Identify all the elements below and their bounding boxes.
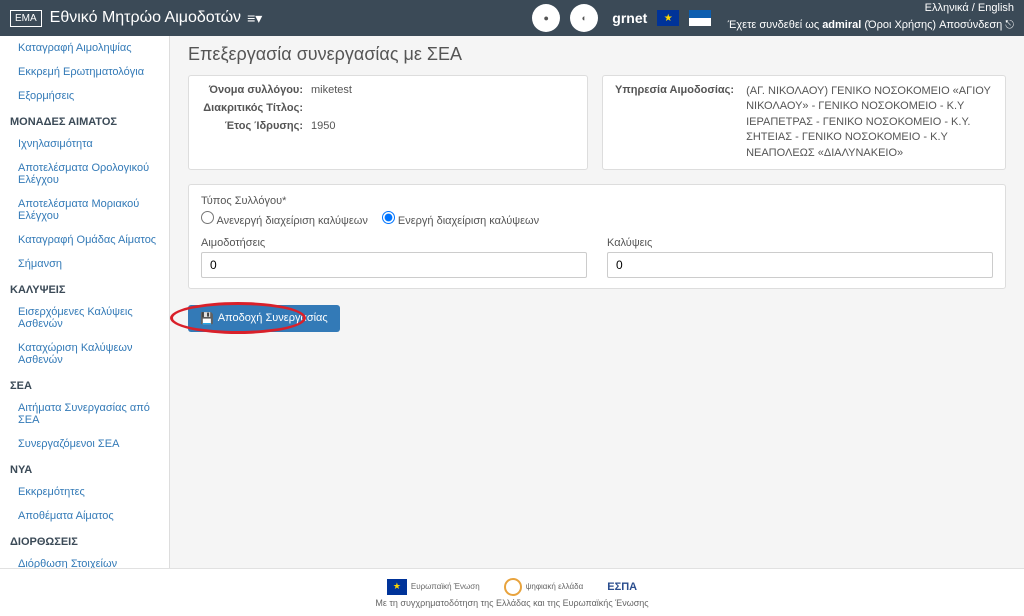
covers-input[interactable] <box>607 252 993 278</box>
username: admiral <box>822 19 861 31</box>
footer-text: Με τη συγχρηματοδότηση της Ελλάδας και τ… <box>375 598 648 608</box>
sidebar-section-diorthoseis: ΔΙΟΡΘΩΣΕΙΣ <box>0 528 169 552</box>
sidebar-section-kalypseis: ΚΑΛΥΨΕΙΣ <box>0 276 169 300</box>
page-title: Επεξεργασία συνεργασίας με ΣΕΑ <box>188 44 1006 65</box>
lang-greek-link[interactable]: Ελληνικά <box>925 2 969 14</box>
service-label: Υπηρεσία Αιμοδοσίας: <box>615 84 746 161</box>
sidebar-item-simansi[interactable]: Σήμανση <box>0 252 169 276</box>
partner-logos: ● ◐ grnet ★ <box>532 4 711 32</box>
session-info: Έχετε συνδεθεί ως admiral (Όροι Χρήσης) … <box>728 19 1014 32</box>
topbar: EMA Εθνικό Μητρώο Αιμοδοτών ≡▾ ● ◐ grnet… <box>0 0 1024 36</box>
name-label: Όνομα συλλόγου: <box>201 84 311 96</box>
sidebar-section-sea: ΣΕΑ <box>0 372 169 396</box>
accept-button-label: Αποδοχή Συνεργασίας <box>218 312 328 324</box>
partner-logo-2: ◐ <box>570 4 598 32</box>
association-info-panel: Όνομα συλλόγου: miketest Διακριτικός Τίτ… <box>188 75 588 170</box>
sidebar-item-omadas-aimatos[interactable]: Καταγραφή Ομάδας Αίματος <box>0 228 169 252</box>
donations-input[interactable] <box>201 252 587 278</box>
logout-icon[interactable]: ⎋ <box>1005 19 1014 31</box>
year-label: Έτος Ίδρυσης: <box>201 120 311 132</box>
service-value: (ΑΓ. ΝΙΚΟΛΑΟΥ) ΓΕΝΙΚΟ ΝΟΣΟΚΟΜΕΙΟ «ΑΓΙΟΥ … <box>746 84 993 161</box>
sidebar-item-aitimata-sea[interactable]: Αιτήματα Συνεργασίας από ΣΕΑ <box>0 396 169 432</box>
sidebar-section-nya: ΝΥΑ <box>0 456 169 480</box>
partner-logo-1: ● <box>532 4 560 32</box>
accept-cooperation-button[interactable]: 💾 Αποδοχή Συνεργασίας <box>188 305 340 332</box>
service-info-panel: Υπηρεσία Αιμοδοσίας: (ΑΓ. ΝΙΚΟΛΑΟΥ) ΓΕΝΙ… <box>602 75 1006 170</box>
menu-toggle-icon[interactable]: ≡▾ <box>247 10 262 27</box>
sidebar-item-diorthosi-erotimatologion[interactable]: Διόρθωση Στοιχείων Ερωτηματολογίων <box>0 552 169 568</box>
sidebar-item-eksormiseis[interactable]: Εξορμήσεις <box>0 84 169 108</box>
app-title: Εθνικό Μητρώο Αιμοδοτών <box>50 9 241 27</box>
radio-inactive[interactable] <box>201 211 214 224</box>
grnet-logo-text: grnet <box>612 10 647 26</box>
sidebar-item-apothemata[interactable]: Αποθέματα Αίματος <box>0 504 169 528</box>
sidebar-section-monades: ΜΟΝΑΔΕΣ ΑΙΜΑΤΟΣ <box>0 108 169 132</box>
sidebar-item-orologikou[interactable]: Αποτελέσματα Ορολογικού Ελέγχου <box>0 156 169 192</box>
name-value: miketest <box>311 84 352 96</box>
logo: EMA <box>10 10 42 27</box>
distinctive-label: Διακριτικός Τίτλος: <box>201 102 311 114</box>
footer-espa-logo: ΕΣΠΑ <box>607 581 637 593</box>
language-switch: Ελληνικά / English <box>925 2 1014 14</box>
year-value: 1950 <box>311 120 335 132</box>
content-area: Επεξεργασία συνεργασίας με ΣΕΑ Όνομα συλ… <box>170 36 1024 568</box>
form-panel: Τύπος Συλλόγου* Ανενεργή διαχείριση καλύ… <box>188 184 1006 289</box>
sidebar[interactable]: Καταγραφή Αιμοληψίας Εκκρεμή Ερωτηματολό… <box>0 36 170 568</box>
lang-english-link[interactable]: English <box>978 2 1014 14</box>
save-icon: 💾 <box>200 312 214 325</box>
footer-eu-logo: ★Ευρωπαϊκή Ένωση <box>387 579 480 595</box>
sidebar-item-katagrafi-aimolipsias[interactable]: Καταγραφή Αιμοληψίας <box>0 36 169 60</box>
sidebar-item-ekkremotites[interactable]: Εκκρεμότητες <box>0 480 169 504</box>
gr-flag-icon <box>689 10 711 26</box>
logged-in-prefix: Έχετε συνδεθεί ως <box>728 19 822 31</box>
sidebar-item-kataxorisi-kalypseon[interactable]: Καταχώριση Καλύψεων Ασθενών <box>0 336 169 372</box>
sidebar-item-synergazomenoi-sea[interactable]: Συνεργαζόμενοι ΣΕΑ <box>0 432 169 456</box>
type-label: Τύπος Συλλόγου* <box>201 195 993 207</box>
radio-inactive-label[interactable]: Ανενεργή διαχείριση καλύψεων <box>201 211 368 227</box>
radio-active[interactable] <box>382 211 395 224</box>
sidebar-item-ekkremi-erotimatologia[interactable]: Εκκρεμή Ερωτηματολόγια <box>0 60 169 84</box>
donations-label: Αιμοδοτήσεις <box>201 237 587 249</box>
logout-link[interactable]: Αποσύνδεση <box>939 19 1002 31</box>
footer-digital-logo: ψηφιακή ελλάδα <box>504 578 584 596</box>
sidebar-item-eiserhomenes-kalypseis[interactable]: Εισερχόμενες Καλύψεις Ασθενών <box>0 300 169 336</box>
footer: ★Ευρωπαϊκή Ένωση ψηφιακή ελλάδα ΕΣΠΑ Με … <box>0 568 1024 616</box>
covers-label: Καλύψεις <box>607 237 993 249</box>
sidebar-item-moriakou[interactable]: Αποτελέσματα Μοριακού Ελέγχου <box>0 192 169 228</box>
terms-link[interactable]: (Όροι Χρήσης) <box>864 19 936 31</box>
sidebar-item-ichnilasimotita[interactable]: Ιχνηλασιμότητα <box>0 132 169 156</box>
eu-flag-icon: ★ <box>657 10 679 26</box>
radio-active-label[interactable]: Ενεργή διαχείριση καλύψεων <box>382 211 539 227</box>
